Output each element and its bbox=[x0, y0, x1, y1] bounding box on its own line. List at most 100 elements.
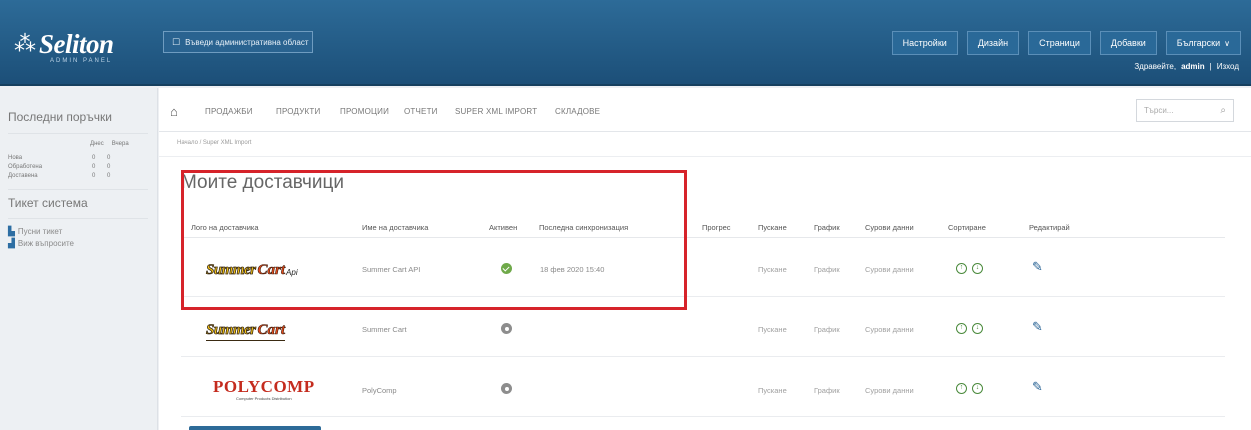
sort-down-icon[interactable]: ↓ bbox=[972, 323, 983, 334]
orders-col-yesterday: Вчера bbox=[111, 141, 129, 147]
col-active: Активен bbox=[489, 223, 518, 232]
orders-row-label: Доставена bbox=[8, 173, 38, 179]
sort-down-icon[interactable]: ↓ bbox=[972, 263, 983, 274]
add-supplier-button[interactable] bbox=[189, 426, 321, 430]
logo-polycomp-text: POLYCOMP bbox=[213, 377, 315, 396]
design-button[interactable]: Дизайн bbox=[966, 31, 1020, 55]
settings-button-label: Настройки bbox=[902, 38, 947, 48]
chevron-down-icon: ∨ bbox=[1224, 38, 1230, 48]
col-progress: Прогрес bbox=[702, 223, 731, 232]
sidebar-divider bbox=[8, 133, 148, 134]
supplier-name: PolyComp bbox=[362, 386, 397, 395]
orders-row-yesterday: 0 bbox=[107, 155, 111, 161]
orders-row-yesterday: 0 bbox=[107, 164, 111, 170]
orders-row-today: 0 bbox=[92, 173, 96, 179]
greeting-separator: | bbox=[1209, 62, 1212, 71]
menu-warehouses[interactable]: СКЛАДОВЕ bbox=[555, 107, 600, 116]
col-sorting: Сортиране bbox=[948, 223, 986, 232]
col-logo: Лого на доставчика bbox=[191, 223, 259, 232]
breadcrumb[interactable]: Начало / Super XML Import bbox=[177, 140, 251, 146]
logo-cart-text: Cart bbox=[257, 322, 286, 339]
raw-data-link[interactable]: Сурови данни bbox=[865, 386, 914, 395]
top-header: ⁂ Seliton ADMIN PANEL ☐ Въведи администр… bbox=[0, 0, 1251, 86]
language-dropdown[interactable]: Български ∨ bbox=[1165, 31, 1241, 55]
pages-button[interactable]: Страници bbox=[1028, 31, 1091, 55]
search-box: ⌕ bbox=[1136, 99, 1234, 122]
polycomp-logo: POLYCOMP Computer Products Distribution bbox=[213, 377, 315, 401]
seliton-logo[interactable]: ⁂ Seliton ADMIN PANEL bbox=[14, 18, 154, 70]
schedule-link[interactable]: График bbox=[814, 386, 840, 395]
sidebar-divider bbox=[8, 218, 148, 219]
inactive-status-icon[interactable] bbox=[501, 383, 512, 394]
logo-summer-text: Summer bbox=[206, 322, 257, 339]
search-icon[interactable]: ⌕ bbox=[1220, 105, 1226, 116]
edit-pencil-icon[interactable]: ✎ bbox=[1032, 319, 1043, 335]
design-button-label: Дизайн bbox=[977, 38, 1009, 48]
breadcrumb-divider bbox=[159, 156, 1251, 157]
addons-button-label: Добавки bbox=[1110, 38, 1146, 48]
run-link[interactable]: Пускане bbox=[758, 386, 787, 395]
header-nav: Настройки Дизайн Страници Добавки Българ… bbox=[891, 31, 1241, 55]
inactive-status-icon[interactable] bbox=[501, 323, 512, 334]
open-ticket-link[interactable]: ▙ Пусни тикет bbox=[8, 226, 62, 237]
supplier-name: Summer Cart bbox=[362, 325, 407, 334]
view-questions-link[interactable]: ▟ Виж въпросите bbox=[8, 238, 74, 249]
questions-icon: ▟ bbox=[8, 238, 15, 248]
menu-promotions[interactable]: ПРОМОЦИИ bbox=[340, 107, 389, 116]
orders-row-label: Нова bbox=[8, 155, 23, 161]
last-sync-time: 18 фев 2020 15:40 bbox=[540, 265, 605, 274]
language-label: Български bbox=[1176, 38, 1221, 48]
ticket-icon: ▙ bbox=[8, 226, 15, 236]
edit-pencil-icon[interactable]: ✎ bbox=[1032, 259, 1043, 275]
region-button[interactable]: ☐ Въведи административна област bbox=[163, 31, 313, 53]
orders-row-label: Обработена bbox=[8, 164, 43, 170]
run-link[interactable]: Пускане bbox=[758, 265, 787, 274]
logout-link[interactable]: Изход bbox=[1217, 62, 1239, 71]
logo-subtitle: ADMIN PANEL bbox=[50, 58, 113, 64]
username-link[interactable]: admin bbox=[1181, 62, 1205, 71]
sort-up-icon[interactable]: ↑ bbox=[956, 383, 967, 394]
orders-columns: Днес Вчера bbox=[90, 141, 129, 147]
col-raw-data: Сурови данни bbox=[865, 223, 914, 232]
schedule-link[interactable]: График bbox=[814, 325, 840, 334]
search-input[interactable] bbox=[1144, 106, 1204, 115]
settings-button[interactable]: Настройки bbox=[891, 31, 958, 55]
region-button-label: Въведи административна област bbox=[185, 37, 309, 47]
logo-underline bbox=[206, 339, 286, 341]
recent-orders-title: Последни поръчки bbox=[8, 110, 112, 124]
addons-button[interactable]: Добавки bbox=[1099, 31, 1157, 55]
logo-api-text: Api bbox=[286, 268, 298, 277]
menu-products[interactable]: ПРОДУКТИ bbox=[276, 107, 320, 116]
sort-up-icon[interactable]: ↑ bbox=[956, 323, 967, 334]
main-content: ⌂ ПРОДАЖБИ ПРОДУКТИ ПРОМОЦИИ ОТЧЕТИ SUPE… bbox=[159, 88, 1251, 430]
user-greeting: Здравейте, admin | Изход bbox=[1134, 62, 1239, 71]
active-check-icon[interactable] bbox=[501, 263, 512, 274]
greeting-text: Здравейте, bbox=[1134, 62, 1177, 71]
logo-text: Seliton bbox=[39, 28, 114, 59]
sort-down-icon[interactable]: ↓ bbox=[972, 383, 983, 394]
logo-cart-text: Cart bbox=[257, 262, 286, 279]
supplier-name: Summer Cart API bbox=[362, 265, 421, 274]
logo-dots-icon: ⁂ bbox=[14, 31, 36, 57]
page-title: Моите доставчици bbox=[181, 172, 345, 193]
menu-reports[interactable]: ОТЧЕТИ bbox=[404, 107, 438, 116]
table-row: Summer Cart Summer Cart Пускане График С… bbox=[181, 298, 1225, 357]
menu-sales[interactable]: ПРОДАЖБИ bbox=[205, 107, 253, 116]
logo-summer-text: Summer bbox=[206, 262, 257, 279]
col-last-sync: Последна синхронизация bbox=[539, 223, 629, 232]
orders-row-today: 0 bbox=[92, 164, 96, 170]
col-name: Име на доставчика bbox=[362, 223, 429, 232]
orders-col-today: Днес bbox=[90, 141, 104, 147]
schedule-link[interactable]: График bbox=[814, 265, 840, 274]
edit-pencil-icon[interactable]: ✎ bbox=[1032, 379, 1043, 395]
run-link[interactable]: Пускане bbox=[758, 325, 787, 334]
menu-super-xml-import[interactable]: SUPER XML IMPORT bbox=[455, 107, 537, 116]
home-icon[interactable]: ⌂ bbox=[170, 104, 178, 119]
sort-up-icon[interactable]: ↑ bbox=[956, 263, 967, 274]
raw-data-link[interactable]: Сурови данни bbox=[865, 265, 914, 274]
summer-cart-api-logo: Summer Cart Api bbox=[206, 262, 298, 279]
sidebar-divider bbox=[8, 189, 148, 190]
col-edit: Редактирай bbox=[1029, 223, 1070, 232]
raw-data-link[interactable]: Сурови данни bbox=[865, 325, 914, 334]
orders-row-yesterday: 0 bbox=[107, 173, 111, 179]
